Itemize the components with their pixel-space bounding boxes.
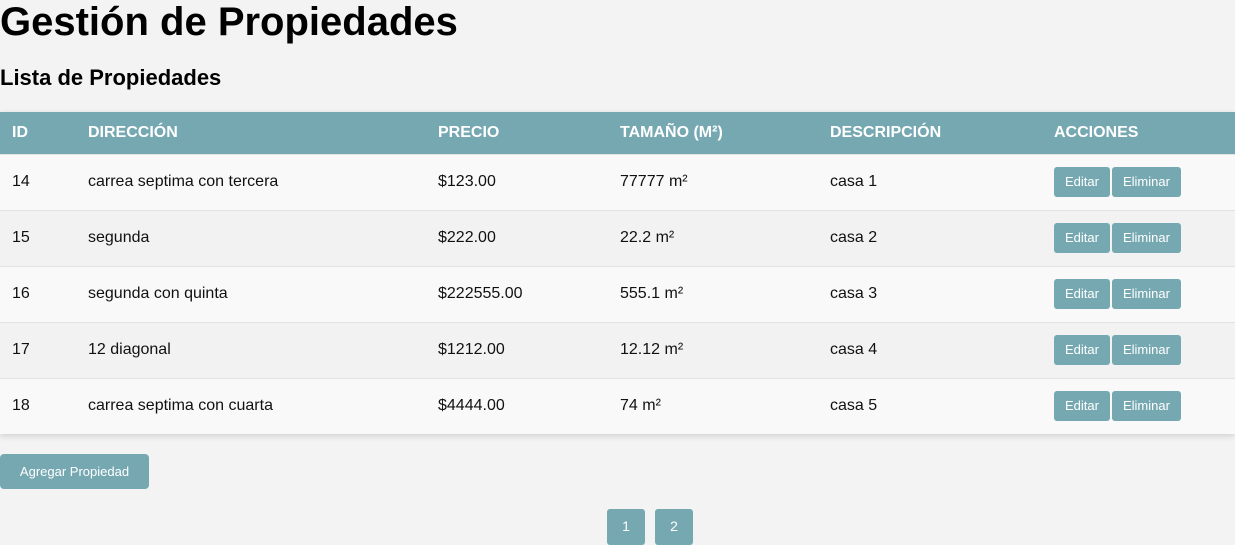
column-header-descripcion: DESCRIPCIÓN — [830, 123, 942, 141]
cell-id: 16 — [12, 285, 30, 302]
cell-descripcion: casa 1 — [830, 173, 878, 190]
cell-direccion: segunda con quinta — [88, 285, 228, 302]
cell-direccion: carrea septima con cuarta — [88, 397, 273, 415]
cell-direccion: segunda — [88, 229, 150, 246]
cell-descripcion: casa 4 — [830, 341, 878, 358]
cell-acciones: Editar Eliminar — [1042, 378, 1235, 434]
cell-direccion: carrea septima con tercera — [88, 173, 279, 190]
column-header-tamano: TAMAÑO (M²) — [620, 123, 723, 141]
cell-id: 14 — [12, 173, 30, 190]
delete-button[interactable]: Eliminar — [1111, 167, 1181, 197]
cell-tamano: 74 m² — [620, 397, 661, 415]
table-row: 18 carrea septima con cuarta $4444.00 74… — [0, 378, 1235, 434]
page-button-2[interactable]: 2 — [655, 509, 693, 545]
add-property-button[interactable]: Agregar Propiedad — [0, 454, 149, 489]
cell-id: 18 — [12, 397, 30, 415]
cell-precio: $1212.00 — [438, 341, 505, 358]
table-row: 14 carrea septima con tercera $123.00 77… — [0, 154, 1235, 210]
edit-button[interactable]: Editar — [1054, 167, 1110, 197]
page-button-1[interactable]: 1 — [607, 509, 645, 545]
edit-button[interactable]: Editar — [1054, 279, 1110, 309]
cell-tamano: 12.12 m² — [620, 341, 684, 358]
page-title: Gestión de Propiedades — [0, 0, 458, 44]
cell-descripcion: casa 3 — [830, 285, 878, 302]
table-header-row: ID DIRECCIÓN PRECIO TAMAÑO (M²) DESCRIPC… — [0, 112, 1235, 154]
cell-precio: $222.00 — [438, 229, 496, 246]
cell-precio: $4444.00 — [438, 397, 505, 415]
table-row: 15 segunda $222.00 22.2 m² casa 2 Editar… — [0, 210, 1235, 266]
cell-tamano: 555.1 m² — [620, 285, 684, 302]
cell-id: 15 — [12, 229, 30, 246]
cell-precio: $222555.00 — [438, 285, 523, 302]
cell-id: 17 — [12, 341, 30, 358]
cell-acciones: Editar Eliminar — [1042, 210, 1235, 266]
edit-button[interactable]: Editar — [1054, 335, 1110, 365]
cell-acciones: Editar Eliminar — [1042, 154, 1235, 210]
column-header-direccion: DIRECCIÓN — [88, 123, 178, 141]
column-header-acciones: ACCIONES — [1054, 123, 1139, 141]
edit-button[interactable]: Editar — [1054, 391, 1110, 422]
cell-tamano: 22.2 m² — [620, 229, 675, 246]
section-title: Lista de Propiedades — [0, 65, 222, 90]
properties-table: ID DIRECCIÓN PRECIO TAMAÑO (M²) DESCRIPC… — [0, 112, 1235, 434]
properties-table-container: ID DIRECCIÓN PRECIO TAMAÑO (M²) DESCRIPC… — [0, 112, 1235, 434]
pagination: 1 2 — [607, 509, 693, 545]
delete-button[interactable]: Eliminar — [1111, 223, 1181, 253]
cell-descripcion: casa 2 — [830, 229, 878, 246]
column-header-id: ID — [12, 123, 28, 141]
delete-button[interactable]: Eliminar — [1111, 391, 1181, 422]
cell-direccion: 12 diagonal — [88, 341, 171, 358]
edit-button[interactable]: Editar — [1054, 223, 1110, 253]
cell-precio: $123.00 — [438, 173, 496, 190]
cell-tamano: 77777 m² — [620, 173, 688, 190]
delete-button[interactable]: Eliminar — [1111, 279, 1181, 309]
cell-acciones: Editar Eliminar — [1042, 266, 1235, 322]
delete-button[interactable]: Eliminar — [1111, 335, 1181, 365]
cell-acciones: Editar Eliminar — [1042, 322, 1235, 378]
table-row: 17 12 diagonal $1212.00 12.12 m² casa 4 … — [0, 322, 1235, 378]
table-row: 16 segunda con quinta $222555.00 555.1 m… — [0, 266, 1235, 322]
cell-descripcion: casa 5 — [830, 397, 878, 415]
column-header-precio: PRECIO — [438, 123, 500, 141]
